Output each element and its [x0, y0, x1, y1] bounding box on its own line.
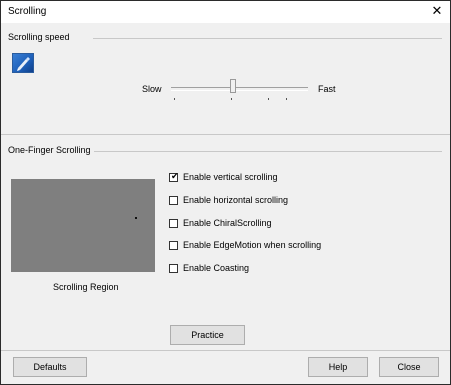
checkbox[interactable]: [169, 240, 178, 250]
slider-tick: [174, 98, 175, 100]
slider-fast-label: Fast: [318, 84, 336, 94]
checkbox[interactable]: [169, 195, 178, 205]
close-icon[interactable]: ✕: [430, 4, 444, 17]
option-horizontal-scrolling[interactable]: Enable horizontal scrolling: [169, 194, 288, 206]
title-bar: Scrolling ✕: [1, 1, 450, 23]
defaults-button[interactable]: Defaults: [13, 357, 87, 377]
speed-slider-thumb[interactable]: [229, 79, 236, 93]
section-divider: [1, 134, 450, 135]
option-coasting[interactable]: Enable Coasting: [169, 262, 249, 274]
speed-group-label: Scrolling speed: [8, 32, 73, 42]
pointer-dot: [135, 217, 137, 219]
speed-slider-track[interactable]: [171, 87, 308, 91]
scrolling-region[interactable]: [11, 179, 155, 272]
checkbox[interactable]: ✔: [169, 170, 179, 182]
option-label: Enable Coasting: [183, 263, 250, 273]
option-vertical-scrolling[interactable]: ✔ Enable vertical scrolling: [169, 171, 278, 183]
scroll-pen-icon: [12, 53, 34, 73]
one-finger-group-label: One-Finger Scrolling: [8, 145, 94, 155]
help-button[interactable]: Help: [308, 357, 368, 377]
slider-tick: [231, 98, 232, 100]
scrolling-region-label: Scrolling Region: [53, 282, 119, 292]
option-label: Enable ChiralScrolling: [183, 218, 272, 228]
window-title: Scrolling: [8, 6, 47, 17]
option-label: Enable EdgeMotion when scrolling: [183, 240, 322, 250]
scrolling-dialog: Scrolling ✕ Scrolling speed Slow Fast On…: [0, 0, 451, 385]
checkbox[interactable]: [169, 263, 178, 273]
practice-button[interactable]: Practice: [170, 325, 245, 345]
footer-divider: [1, 350, 450, 351]
close-button[interactable]: Close: [379, 357, 439, 377]
check-icon: ✔: [171, 170, 179, 181]
option-edgemotion[interactable]: Enable EdgeMotion when scrolling: [169, 239, 321, 251]
slider-slow-label: Slow: [142, 84, 162, 94]
checkbox[interactable]: [169, 218, 178, 228]
option-label: Enable horizontal scrolling: [183, 195, 289, 205]
slider-tick: [286, 98, 287, 100]
option-label: Enable vertical scrolling: [183, 172, 278, 182]
slider-tick: [268, 98, 269, 100]
one-finger-group-divider: [86, 151, 442, 152]
option-chiral-scrolling[interactable]: Enable ChiralScrolling: [169, 217, 272, 229]
speed-group-divider: [93, 38, 442, 39]
